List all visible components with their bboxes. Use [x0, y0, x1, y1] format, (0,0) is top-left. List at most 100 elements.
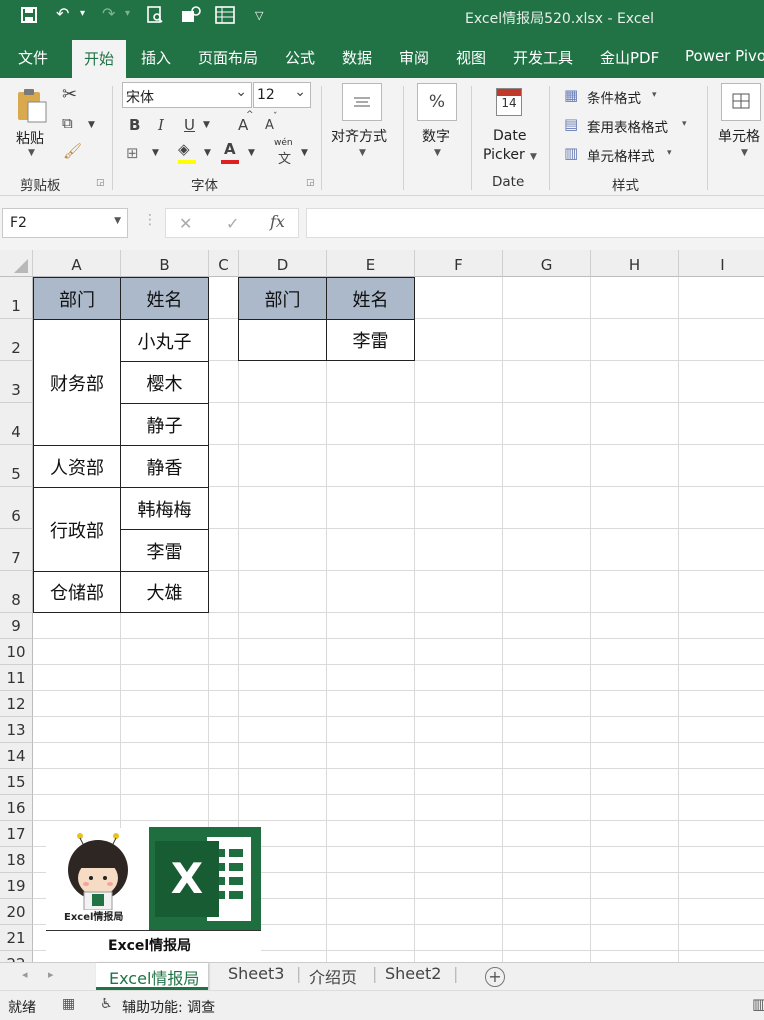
alignment-dropdown-icon[interactable]: ▼	[359, 148, 366, 158]
cells-icon[interactable]	[721, 83, 761, 121]
row-header-5[interactable]: 5	[0, 445, 33, 487]
undo-icon[interactable]: ↶	[56, 4, 69, 23]
row-header-13[interactable]: 13	[0, 717, 33, 743]
tab-data[interactable]: 数据	[342, 47, 372, 68]
sheet-tab-sheet3[interactable]: Sheet3	[228, 964, 284, 983]
row-header-17[interactable]: 17	[0, 821, 33, 847]
column-header-e[interactable]: E	[327, 250, 415, 277]
sheet-tab-intro[interactable]: 介绍页	[309, 964, 357, 988]
name-box[interactable]: F2 ▼	[2, 208, 128, 238]
format-as-table-dropdown-icon[interactable]: ▾	[682, 119, 687, 129]
form-icon[interactable]	[215, 6, 235, 28]
row-header-21[interactable]: 21	[0, 925, 33, 951]
alignment-icon[interactable]	[342, 83, 382, 121]
column-header-a[interactable]: A	[33, 250, 121, 277]
paste-dropdown-icon[interactable]: ▼	[28, 148, 35, 158]
paste-icon[interactable]	[16, 86, 48, 128]
copy-dropdown-icon[interactable]: ▼	[88, 120, 95, 130]
format-painter-icon[interactable]: 🖌	[63, 142, 82, 160]
column-header-i[interactable]: I	[679, 250, 764, 277]
percent-icon[interactable]: %	[417, 83, 457, 121]
cell-e1[interactable]: 姓名	[326, 277, 415, 320]
tab-power-pivot[interactable]: Power Pivo	[685, 47, 764, 65]
date-picker-label-1[interactable]: Date	[493, 128, 526, 144]
tab-insert[interactable]: 插入	[141, 47, 171, 68]
accessibility-status[interactable]: 辅助功能: 调查	[122, 997, 215, 1017]
row-header-10[interactable]: 10	[0, 639, 33, 665]
tab-home[interactable]: 开始	[72, 40, 127, 78]
row-header-14[interactable]: 14	[0, 743, 33, 769]
tab-wps-pdf[interactable]: 金山PDF	[600, 47, 659, 68]
phonetic-button[interactable]: wén	[274, 138, 293, 148]
borders-dropdown-icon[interactable]: ▼	[152, 148, 159, 158]
font-name-select[interactable]: 宋体 ⌄	[122, 82, 252, 108]
number-dropdown-icon[interactable]: ▼	[434, 148, 441, 158]
date-picker-dropdown-icon[interactable]: ▼	[530, 152, 537, 162]
column-header-h[interactable]: H	[591, 250, 679, 277]
sheet-tab-excel-info[interactable]: Excel情报局	[96, 963, 208, 990]
row-header-20[interactable]: 20	[0, 899, 33, 925]
cell-a8[interactable]: 仓储部	[33, 571, 121, 613]
normal-view-icon[interactable]: ▥	[752, 995, 764, 1013]
cell-d1[interactable]: 部门	[238, 277, 327, 320]
row-header-19[interactable]: 19	[0, 873, 33, 899]
fill-color-icon[interactable]: ◈	[178, 140, 190, 158]
cell-b3[interactable]: 樱木	[120, 361, 209, 404]
spreadsheet-grid[interactable]: A B C D E F G H I 1 2 3 4 5 6 7 8 9 10 1…	[0, 250, 764, 962]
row-header-22[interactable]: 22	[0, 951, 33, 962]
cell-e2[interactable]: 李雷	[326, 319, 415, 361]
cell-a1[interactable]: 部门	[33, 277, 121, 320]
font-color-button[interactable]: A	[224, 140, 236, 158]
row-header-6[interactable]: 6	[0, 487, 33, 529]
accessibility-icon[interactable]: ♿	[100, 996, 113, 1012]
share-icon[interactable]	[181, 6, 201, 28]
save-icon[interactable]	[20, 6, 38, 28]
cell-a6-merged[interactable]: 行政部	[33, 487, 121, 572]
scroll-left-icon[interactable]: ◂	[22, 968, 28, 981]
row-header-15[interactable]: 15	[0, 769, 33, 795]
column-header-b[interactable]: B	[121, 250, 209, 277]
cell-a2-merged[interactable]: 财务部	[33, 319, 121, 446]
row-header-12[interactable]: 12	[0, 691, 33, 717]
chevron-down-icon[interactable]: ▼	[114, 216, 121, 226]
alignment-button[interactable]: 对齐方式	[331, 126, 387, 146]
insert-function-icon[interactable]: fx	[270, 212, 285, 231]
sheet-tab-sheet2[interactable]: Sheet2	[385, 964, 441, 983]
column-header-g[interactable]: G	[503, 250, 591, 277]
tab-formulas[interactable]: 公式	[285, 47, 315, 68]
tab-review[interactable]: 审阅	[399, 47, 429, 68]
font-color-dropdown-icon[interactable]: ▼	[248, 148, 255, 158]
date-picker-label-2[interactable]: Picker	[483, 147, 525, 163]
row-header-2[interactable]: 2	[0, 319, 33, 361]
borders-icon[interactable]: ⊞	[126, 144, 139, 162]
cell-b6[interactable]: 韩梅梅	[120, 487, 209, 530]
row-header-18[interactable]: 18	[0, 847, 33, 873]
underline-dropdown-icon[interactable]: ▼	[203, 120, 210, 130]
cell-d2[interactable]	[238, 319, 327, 361]
add-sheet-icon[interactable]: +	[485, 967, 505, 987]
clipboard-launcher-icon[interactable]: ◲	[96, 178, 105, 188]
tab-file[interactable]: 文件	[18, 47, 48, 68]
cell-styles-dropdown-icon[interactable]: ▾	[667, 148, 672, 158]
macro-record-icon[interactable]: ▦	[62, 996, 75, 1012]
number-format-button[interactable]: 数字	[422, 126, 450, 146]
underline-button[interactable]: U	[184, 116, 195, 134]
font-launcher-icon[interactable]: ◲	[306, 178, 315, 188]
select-all-corner[interactable]	[0, 250, 33, 277]
tab-page-layout[interactable]: 页面布局	[198, 47, 258, 68]
column-header-c[interactable]: C	[209, 250, 239, 277]
fill-color-dropdown-icon[interactable]: ▼	[204, 148, 211, 158]
tab-view[interactable]: 视图	[456, 47, 486, 68]
cells-button[interactable]: 单元格	[718, 126, 760, 146]
row-header-1[interactable]: 1	[0, 277, 33, 319]
column-header-d[interactable]: D	[239, 250, 327, 277]
copy-icon[interactable]: ⧉	[62, 114, 73, 132]
cell-b4[interactable]: 静子	[120, 403, 209, 446]
enter-icon[interactable]: ✓	[226, 214, 239, 233]
row-header-4[interactable]: 4	[0, 403, 33, 445]
italic-button[interactable]: I	[158, 116, 164, 134]
cancel-icon[interactable]: ✕	[179, 214, 192, 233]
row-header-11[interactable]: 11	[0, 665, 33, 691]
font-size-select[interactable]: 12 ⌄	[253, 82, 311, 108]
print-preview-icon[interactable]	[146, 6, 164, 28]
